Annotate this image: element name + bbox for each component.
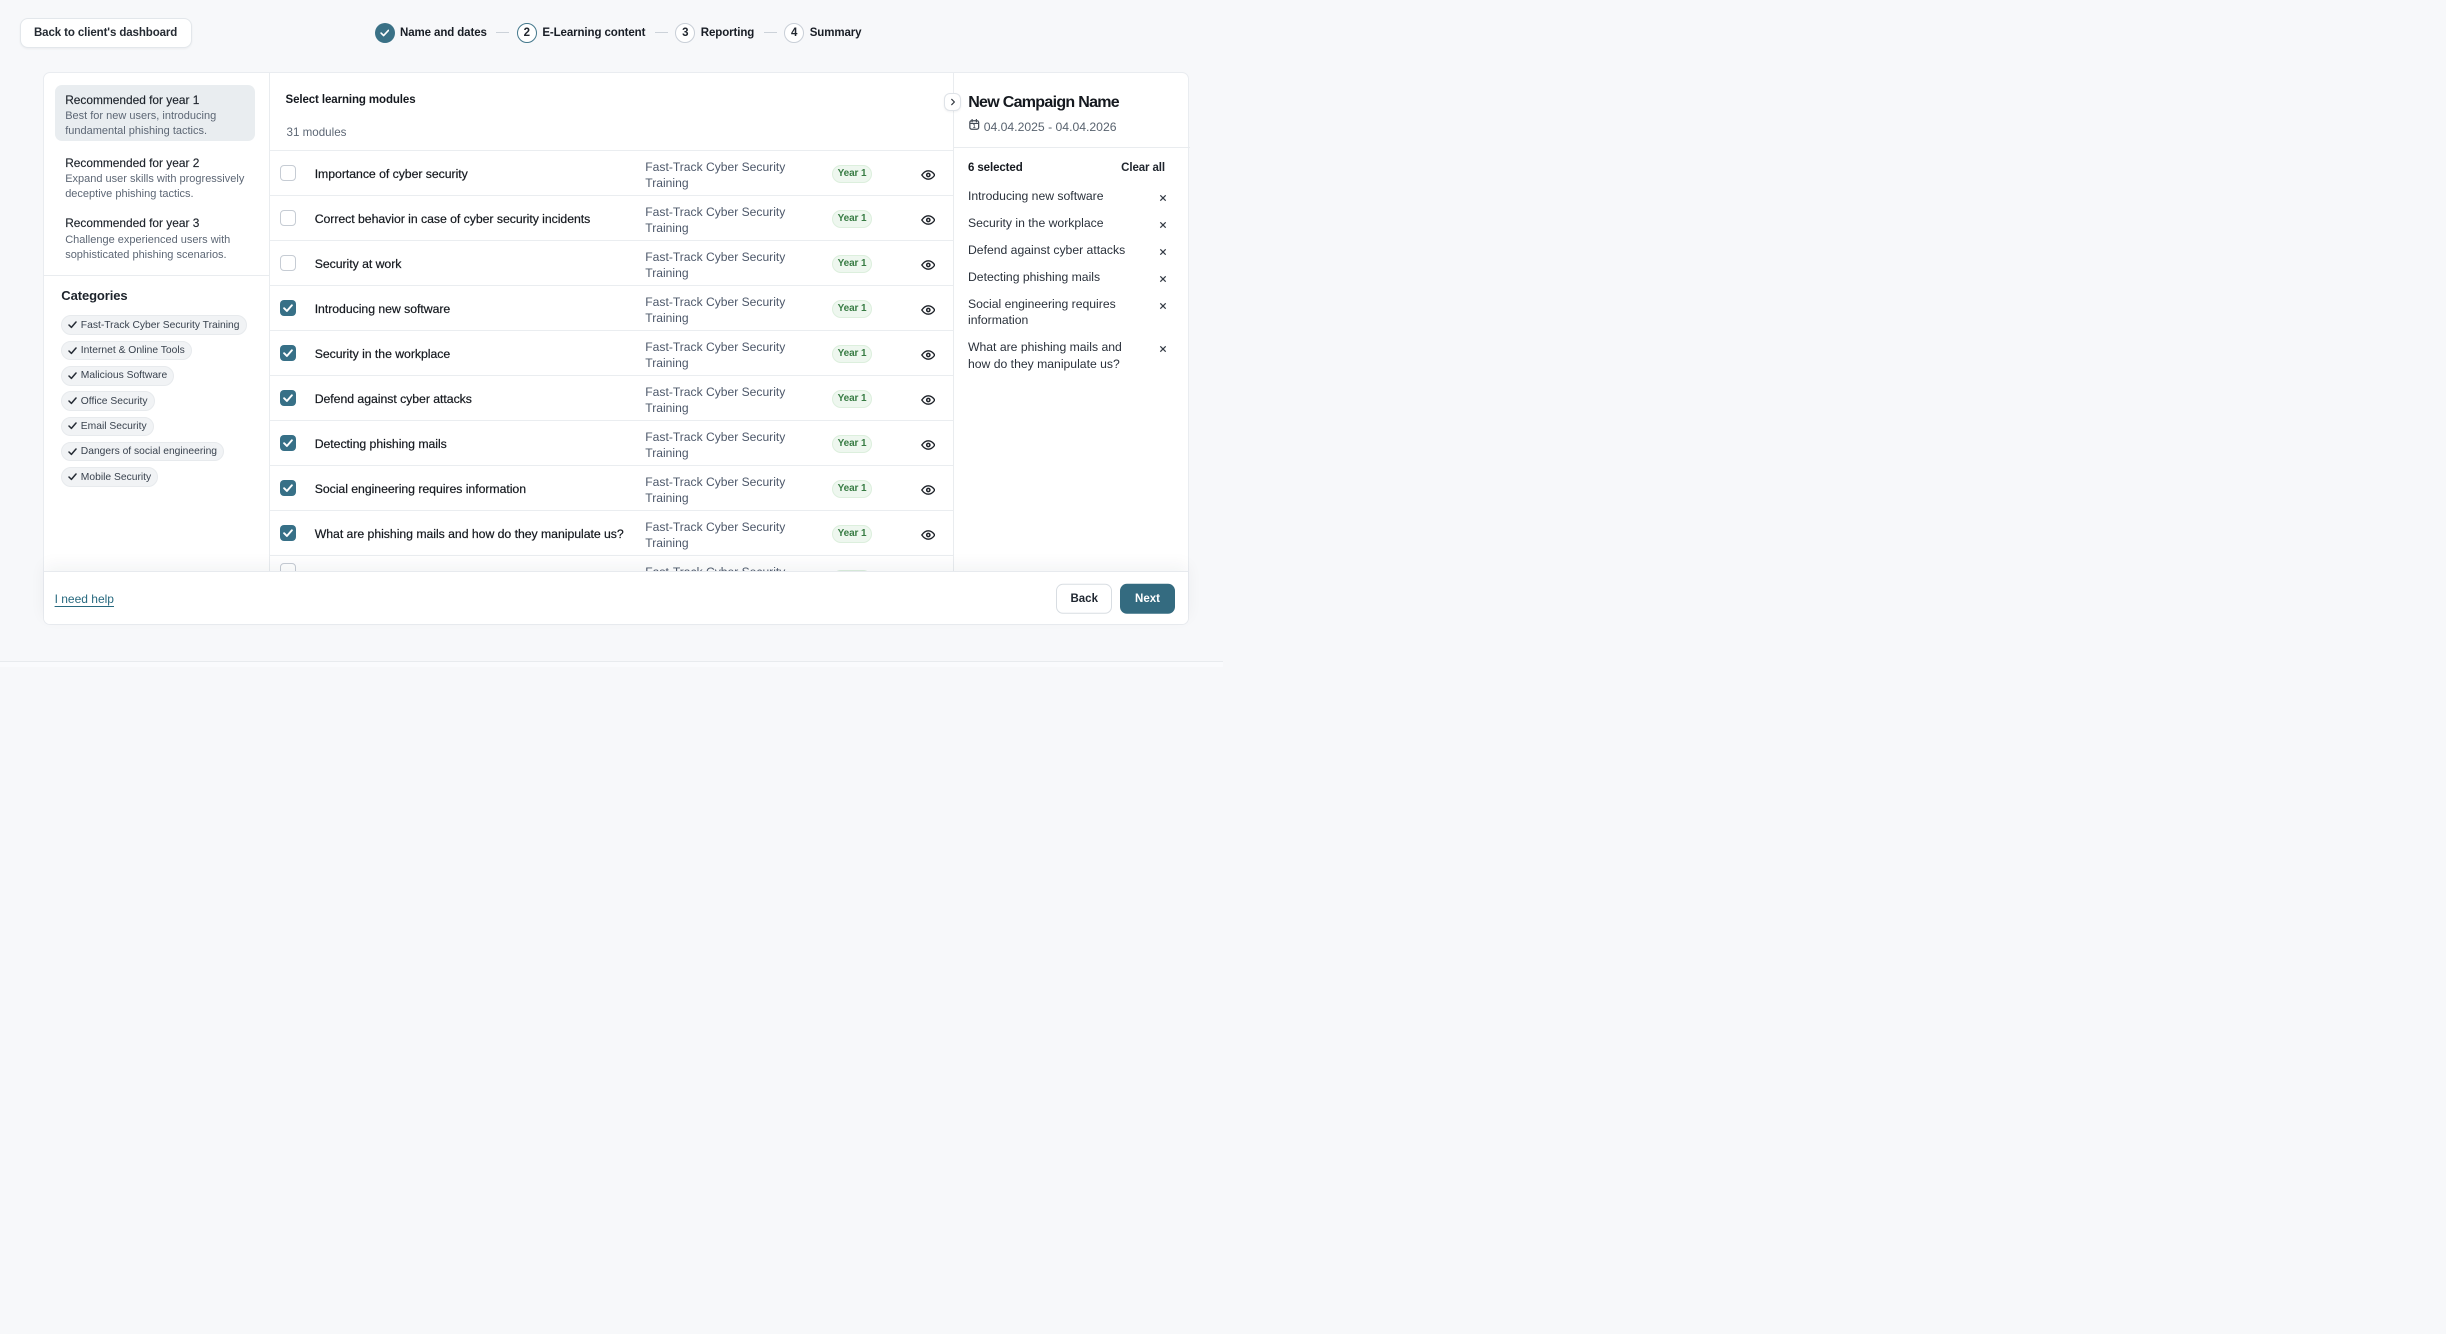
- svg-text:1: 1: [973, 124, 976, 130]
